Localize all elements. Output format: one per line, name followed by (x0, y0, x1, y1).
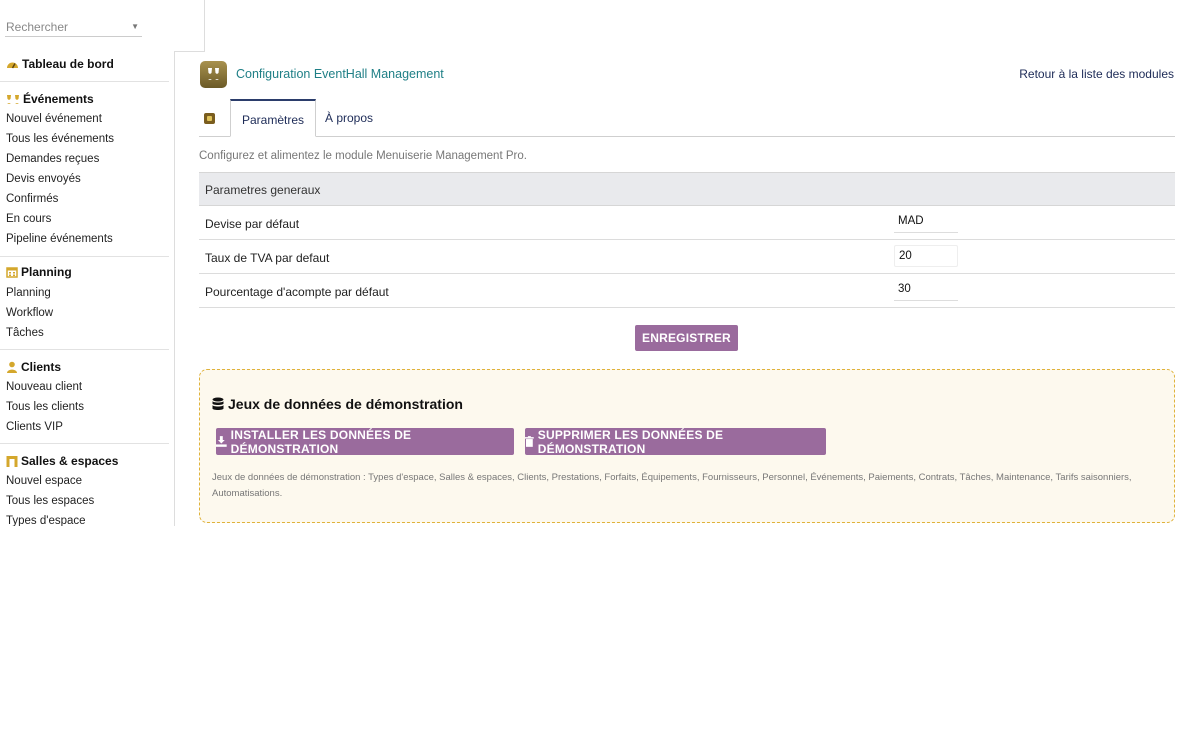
demo-data-panel: Jeux de données de démonstration INSTALL… (199, 369, 1175, 523)
page-title: Configuration EventHall Management (236, 67, 444, 81)
save-button[interactable]: ENREGISTRER (635, 325, 738, 351)
sidebar-section-label: Événements (23, 92, 94, 106)
sidebar-item-confirmed[interactable]: Confirmés (6, 193, 58, 205)
install-demo-button[interactable]: INSTALLER LES DONNÉES DE DÉMONSTRATION (216, 427, 514, 456)
sidebar-section-label: Clients (21, 360, 62, 374)
back-to-modules-link[interactable]: Retour à la liste des modules (1019, 67, 1174, 81)
building-icon (6, 456, 18, 467)
delete-demo-label: SUPPRIMER LES DONNÉES DE DÉMONSTRATION (537, 427, 724, 456)
sidebar-section-label: Salles & espaces (21, 454, 119, 468)
search-select[interactable]: Rechercher ▼ (5, 17, 142, 37)
tab-about[interactable]: À propos (314, 99, 384, 137)
vat-rate-input[interactable]: 20 (894, 245, 958, 267)
tab-bar: Paramètres À propos (199, 99, 1175, 137)
sidebar-item-all-events[interactable]: Tous les événements (6, 133, 114, 145)
setting-label: Pourcentage d'acompte par défaut (205, 285, 389, 299)
trash-icon (525, 436, 534, 447)
sidebar-item-dashboard[interactable]: Tableau de bord (6, 57, 114, 71)
sidebar-item-label: Tableau de bord (22, 57, 114, 71)
demo-title: Jeux de données de démonstration (212, 396, 463, 412)
divider (0, 81, 169, 82)
chevron-down-icon[interactable]: ▼ (131, 22, 139, 31)
sidebar: Rechercher ▼ Tableau de bord Événements … (0, 0, 175, 526)
settings-table: Parametres generaux Devise par défaut MA… (199, 172, 1175, 308)
setting-label: Devise par défaut (205, 217, 300, 231)
module-icon (204, 113, 215, 124)
user-icon (7, 361, 17, 373)
sidebar-item-tasks[interactable]: Tâches (6, 327, 44, 339)
sidebar-item-in-progress[interactable]: En cours (6, 213, 51, 225)
demo-title-text: Jeux de données de démonstration (228, 396, 463, 412)
sidebar-item-quotes-sent[interactable]: Devis envoyés (6, 173, 81, 185)
table-row: Devise par défaut MAD (199, 206, 1175, 240)
sidebar-item-vip-clients[interactable]: Clients VIP (6, 421, 63, 433)
tab-settings[interactable]: Paramètres (230, 99, 317, 137)
divider (0, 256, 169, 257)
table-row: Pourcentage d'acompte par défaut 30 (199, 274, 1175, 308)
sidebar-section-label: Planning (21, 265, 72, 279)
sidebar-item-pipeline[interactable]: Pipeline événements (6, 233, 113, 245)
calendar-icon (6, 267, 18, 278)
sidebar-item-all-clients[interactable]: Tous les clients (6, 401, 84, 413)
intro-text: Configurez et alimentez le module Menuis… (199, 150, 527, 162)
install-demo-label: INSTALLER LES DONNÉES DE DÉMONSTRATION (230, 427, 412, 456)
divider (0, 443, 169, 444)
deposit-percent-input[interactable]: 30 (894, 279, 958, 301)
delete-demo-button[interactable]: SUPPRIMER LES DONNÉES DE DÉMONSTRATION (525, 427, 826, 456)
sidebar-section-rooms[interactable]: Salles & espaces (6, 454, 118, 468)
sidebar-item-new-client[interactable]: Nouveau client (6, 381, 82, 393)
sidebar-item-new-space[interactable]: Nouvel espace (6, 475, 82, 487)
download-icon (216, 436, 227, 447)
table-header: Parametres generaux (199, 172, 1175, 206)
sidebar-section-planning[interactable]: Planning (6, 265, 72, 279)
demo-description: Jeux de données de démonstration : Types… (212, 472, 1132, 499)
sidebar-item-workflow[interactable]: Workflow (6, 307, 53, 319)
event-glasses-icon (7, 95, 19, 104)
sidebar-item-space-types[interactable]: Types d'espace (6, 515, 86, 526)
sidebar-section-events[interactable]: Événements (6, 92, 94, 106)
setting-label: Taux de TVA par defaut (205, 251, 330, 265)
search-placeholder: Rechercher (6, 20, 69, 34)
sidebar-item-new-event[interactable]: Nouvel événement (6, 113, 102, 125)
sidebar-item-all-spaces[interactable]: Tous les espaces (6, 495, 94, 507)
database-icon (212, 397, 224, 410)
sidebar-item-planning[interactable]: Planning (6, 287, 51, 299)
table-row: Taux de TVA par defaut 20 (199, 240, 1175, 274)
champagne-glasses-icon (200, 61, 227, 88)
sidebar-section-clients[interactable]: Clients (6, 360, 61, 374)
divider (0, 349, 169, 350)
dashboard-gauge-icon (7, 62, 18, 68)
currency-input[interactable]: MAD (894, 211, 958, 233)
sidebar-item-requests[interactable]: Demandes reçues (6, 153, 99, 165)
sidebar-toggle-area (174, 0, 205, 52)
